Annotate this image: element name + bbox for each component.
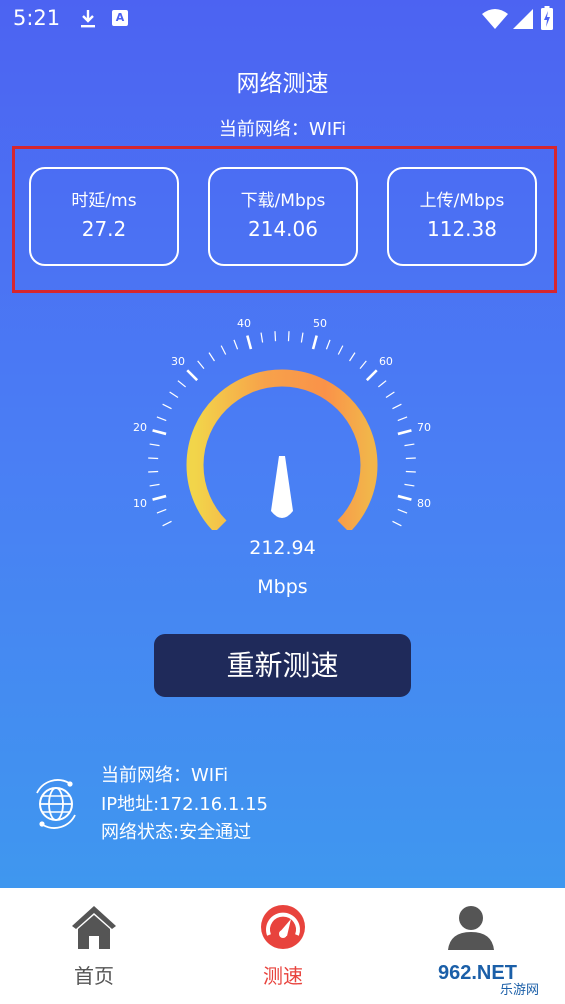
- gauge-major-tick: [152, 429, 167, 436]
- gauge-minor-tick: [260, 332, 264, 343]
- gauge-major-tick: [246, 335, 253, 350]
- gauge-minor-tick: [149, 443, 160, 447]
- gauge-minor-tick: [337, 345, 344, 355]
- gauge-tick-label: 70: [417, 421, 431, 434]
- info-network-state: 网络状态:安全通过: [101, 822, 252, 843]
- gauge-minor-tick: [325, 339, 331, 350]
- gauge-speed-value: 212.94: [249, 537, 316, 559]
- watermark-subtext: 乐游网: [500, 983, 539, 998]
- upload-label: 上传/Mbps: [419, 191, 505, 211]
- gauge-major-tick: [186, 369, 199, 382]
- retest-button[interactable]: 重新测速: [154, 634, 411, 697]
- gauge-minor-tick: [377, 380, 387, 388]
- speedometer-icon: [261, 905, 305, 949]
- tab-home[interactable]: 首页: [19, 888, 169, 1004]
- gauge-minor-tick: [404, 443, 415, 447]
- download-stat-card: 下载/Mbps 214.06: [208, 167, 358, 266]
- latency-value: 27.2: [81, 217, 127, 241]
- gauge-major-tick: [365, 369, 378, 382]
- gauge-speed-unit: Mbps: [257, 576, 308, 598]
- gauge-minor-tick: [287, 331, 290, 342]
- gauge-minor-tick: [385, 391, 395, 398]
- gauge-minor-tick: [397, 508, 408, 514]
- gauge-tick-label: 60: [379, 355, 393, 368]
- gauge-minor-tick: [162, 520, 172, 527]
- gauge-major-tick: [152, 494, 167, 501]
- gauge-minor-tick: [300, 332, 304, 343]
- wifi-icon: [482, 9, 508, 29]
- gauge-minor-tick: [208, 352, 215, 362]
- latency-stat-card: 时延/ms 27.2: [29, 167, 179, 266]
- upload-value: 112.38: [427, 217, 497, 241]
- gauge-major-tick: [397, 429, 412, 436]
- gauge-minor-tick: [392, 403, 402, 410]
- page-title: 网络测速: [236, 71, 329, 97]
- gauge-tick-label: 20: [133, 421, 147, 434]
- tab-speed-test[interactable]: 测速: [208, 888, 358, 1004]
- gauge-minor-tick: [169, 391, 179, 398]
- gauge-minor-tick: [359, 360, 367, 370]
- download-icon: [81, 10, 95, 28]
- gauge-minor-tick: [349, 352, 356, 362]
- gauge-tick-label: 10: [133, 497, 147, 510]
- home-icon: [72, 906, 116, 949]
- bottom-tab-bar: 首页 测速 962.NET 乐游网: [0, 888, 565, 1004]
- battery-charging-icon: [541, 6, 553, 30]
- gauge-minor-tick: [397, 416, 408, 422]
- gauge-minor-tick: [156, 416, 167, 422]
- latency-label: 时延/ms: [71, 191, 137, 211]
- gauge-tick-label: 50: [313, 317, 327, 330]
- gauge-minor-tick: [392, 520, 402, 527]
- gauge-tick-label: 30: [171, 355, 185, 368]
- gauge-minor-tick: [148, 470, 159, 473]
- gauge-minor-tick: [233, 339, 239, 350]
- tab-home-label: 首页: [74, 964, 114, 988]
- current-network-label: 当前网络：WIFi: [218, 119, 347, 140]
- speed-test-screen: 5:21 A 网络测速 当前网络：WIFi 时延/ms 27.2 下载/Mbps…: [0, 0, 565, 1004]
- gauge-minor-tick: [197, 360, 205, 370]
- gauge-minor-tick: [156, 508, 167, 514]
- gauge-minor-tick: [405, 470, 416, 473]
- user-icon: [448, 906, 494, 950]
- gauge-minor-tick: [274, 331, 277, 342]
- gauge-minor-tick: [148, 457, 159, 460]
- gauge-minor-tick: [149, 483, 160, 487]
- gauge-minor-tick: [162, 403, 172, 410]
- gauge-tick-label: 40: [237, 317, 251, 330]
- watermark-logo: 962.NET 乐游网: [430, 957, 560, 998]
- download-label: 下载/Mbps: [240, 191, 326, 211]
- gauge-tick-label: 80: [417, 497, 431, 510]
- gauge-minor-tick: [177, 380, 187, 388]
- speed-gauge: 0102030405060708090: [133, 317, 431, 530]
- upload-stat-card: 上传/Mbps 112.38: [387, 167, 537, 266]
- gauge-minor-tick: [404, 483, 415, 487]
- globe-icon: [36, 779, 76, 829]
- gauge-minor-tick: [220, 345, 227, 355]
- info-ip-address: IP地址:172.16.1.15: [101, 793, 269, 815]
- gauge-major-tick: [397, 494, 412, 501]
- info-current-network: 当前网络：WIFi: [101, 765, 229, 786]
- status-time: 5:21: [13, 6, 61, 30]
- a-notification-icon: A: [112, 10, 128, 26]
- gauge-major-tick: [311, 335, 318, 350]
- gauge-minor-tick: [405, 457, 416, 460]
- watermark-text: 962.NET: [438, 962, 517, 984]
- gauge-needle: [271, 456, 293, 518]
- download-value: 214.06: [248, 217, 318, 241]
- signal-icon: [513, 9, 533, 29]
- tab-speed-test-label: 测速: [263, 964, 303, 988]
- status-bar: 5:21 A: [0, 0, 565, 38]
- network-info: 当前网络：WIFi IP地址:172.16.1.15 网络状态:安全通过: [101, 762, 268, 848]
